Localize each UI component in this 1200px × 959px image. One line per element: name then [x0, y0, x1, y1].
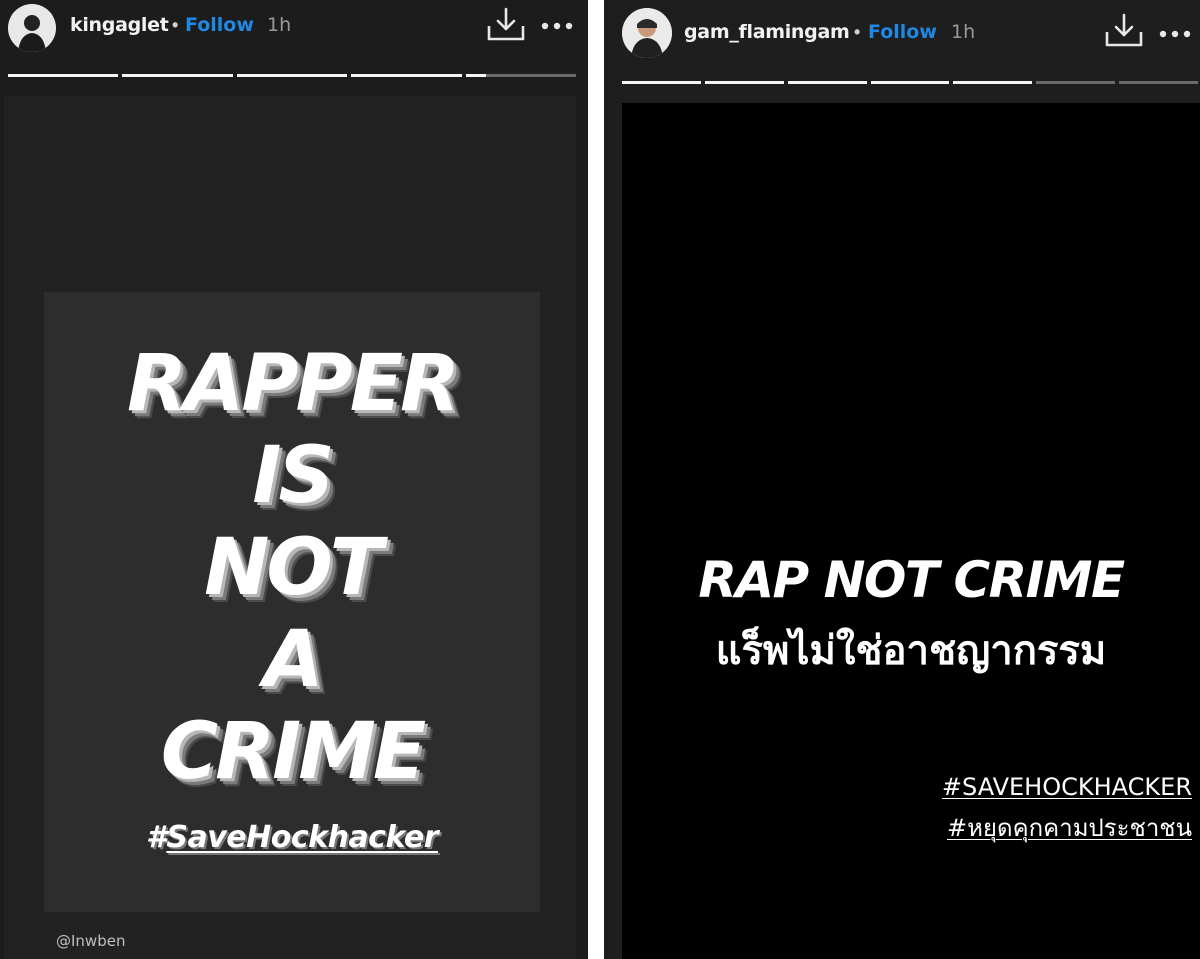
progress-segment	[351, 74, 462, 77]
story-thai-title: แร็พไม่ใช่อาชญากรรม	[715, 628, 1107, 674]
headline-line: A	[263, 615, 323, 705]
progress-segment	[122, 74, 233, 77]
username[interactable]: gam_flamingam	[684, 21, 850, 43]
progress-segment	[953, 81, 1033, 84]
headline-line: CRIME	[160, 707, 426, 797]
story-content[interactable]: RAP NOT CRIME แร็พไม่ใช่อาชญากรรม #SAVEH…	[622, 103, 1200, 959]
hashtag-link[interactable]: #หยุดคุกคามประชาชน	[947, 808, 1192, 847]
progress-segment	[704, 81, 784, 84]
story-panel-kingaglet: kingaglet • Follow 1h RAPPER IS NOT A CR…	[0, 0, 588, 959]
progress-segment	[1036, 81, 1116, 84]
progress-segment-current	[465, 74, 577, 77]
hashtag-word: SaveHockhacker	[166, 820, 438, 855]
story-title: RAP NOT CRIME	[698, 551, 1125, 609]
progress-segment	[787, 81, 867, 84]
poster-headline: RAPPER IS NOT A CRIME	[44, 338, 540, 798]
hashtag-link[interactable]: #SAVEHOCKHACKER	[942, 773, 1192, 801]
download-icon[interactable]	[1104, 12, 1144, 48]
follow-button[interactable]: Follow	[185, 14, 254, 36]
story-progress-bar	[622, 81, 1199, 84]
story-content[interactable]: RAPPER IS NOT A CRIME #SaveHockhacker	[4, 96, 576, 959]
progress-segment	[1119, 81, 1199, 84]
more-icon[interactable]	[1158, 26, 1192, 38]
progress-segment	[8, 74, 119, 77]
headline-line: RAPPER	[126, 339, 460, 429]
progress-segment	[870, 81, 950, 84]
follow-button[interactable]: Follow	[868, 21, 937, 43]
story-panel-gam-flamingam: gam_flamingam • Follow 1h RAP NOT CRIME …	[604, 0, 1200, 959]
post-time: 1h	[267, 14, 292, 36]
poster: RAPPER IS NOT A CRIME #SaveHockhacker	[44, 292, 540, 912]
hashtag[interactable]: #SaveHockhacker	[44, 820, 540, 855]
avatar[interactable]	[622, 8, 672, 58]
hashtag-prefix: #	[146, 820, 167, 855]
credit-mention[interactable]: @Inwben	[56, 932, 125, 950]
headline-line: NOT	[204, 523, 383, 613]
separator-dot: •	[854, 22, 861, 42]
post-time: 1h	[951, 21, 976, 43]
username[interactable]: kingaglet	[70, 14, 169, 36]
story-progress-bar	[8, 74, 577, 77]
progress-segment	[622, 81, 701, 84]
more-icon[interactable]	[540, 18, 574, 30]
download-icon[interactable]	[486, 6, 526, 42]
headline-line: IS	[252, 431, 334, 521]
separator-dot: •	[172, 15, 179, 35]
avatar[interactable]	[8, 4, 56, 52]
progress-segment	[236, 74, 348, 77]
